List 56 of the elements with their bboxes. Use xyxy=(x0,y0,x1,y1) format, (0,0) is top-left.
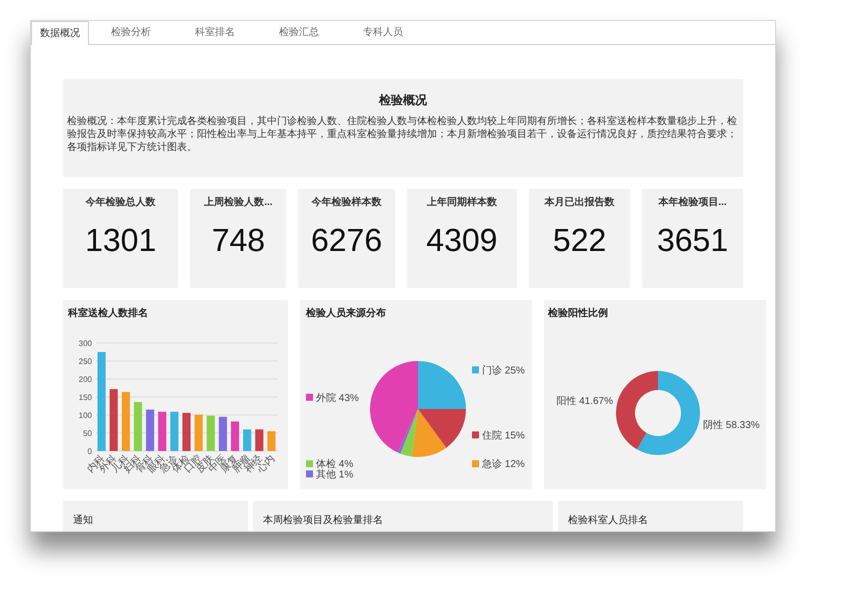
slice-label: 体检 4% xyxy=(316,459,354,470)
stat-value: 1301 xyxy=(85,224,156,256)
intro-text: 检验概况：本年度累计完成各类检验项目，其中门诊检验人数、住院检验人数与体检检验人数均较上年同期有所增长；各科室送检样本数量稳步上升，检验报告及时率保持较高水平；阳性检出率与上年基本持平，重点科室检验量持续增加；本月新增检验项目若干，设备运行情况良好，质控结果符合要求；各项指标详见下方统计图表。 xyxy=(67,115,738,154)
axis-tick-label: 50 xyxy=(83,429,92,438)
bar xyxy=(267,431,276,451)
stat-label: 今年检验总人数 xyxy=(86,196,156,210)
panel-title: 通知 xyxy=(73,515,93,526)
bar xyxy=(194,414,203,451)
legend-swatch xyxy=(472,431,479,438)
stat-label: 今年检验样本数 xyxy=(312,196,382,210)
bar xyxy=(206,416,215,451)
slice-label: 其他 1% xyxy=(316,469,354,480)
stat-label: 本月已出报告数 xyxy=(544,196,615,210)
bar xyxy=(230,421,240,451)
legend-swatch xyxy=(306,460,313,468)
segment-label: 阴性 58.33% xyxy=(703,420,760,431)
slice-label: 住院 15% xyxy=(482,430,525,442)
panel-title: 本周检验项目及检验量排名 xyxy=(263,515,383,526)
legend-swatch xyxy=(306,394,313,401)
chart-title: 检验人员来源分布 xyxy=(304,306,387,321)
bar xyxy=(122,392,130,451)
axis-tick-label: 200 xyxy=(78,375,92,384)
chart-title: 检验阳性比例 xyxy=(548,306,609,321)
slice-label: 急诊 12% xyxy=(482,459,525,470)
segment-label: 阳性 41.67% xyxy=(556,396,613,408)
legend-swatch xyxy=(472,366,479,374)
panel-title: 检验科室人员排名 xyxy=(568,515,648,526)
bar xyxy=(170,412,178,451)
bar xyxy=(158,412,166,451)
stat-label: 上周检验人数... xyxy=(204,196,273,210)
stat-value: 522 xyxy=(552,224,606,256)
axis-tick-label: 150 xyxy=(78,393,92,402)
bar xyxy=(218,416,227,451)
stat-value: 6276 xyxy=(310,224,382,256)
legend-swatch xyxy=(306,470,313,478)
tab[interactable]: 数据概况 xyxy=(31,21,89,45)
stat-value: 748 xyxy=(212,224,266,256)
slice-label: 门诊 25% xyxy=(482,365,525,376)
bar xyxy=(134,402,142,451)
axis-tick-label: 300 xyxy=(78,339,92,348)
bar xyxy=(146,410,154,451)
slice-label: 外院 43% xyxy=(316,392,359,404)
stat-value: 4309 xyxy=(426,224,498,256)
stat-label: 本年检验项目... xyxy=(658,196,727,210)
bar xyxy=(182,412,191,451)
legend-swatch xyxy=(472,460,479,468)
intro-title: 检验概况 xyxy=(378,92,428,109)
stat-label: 上年同期样本数 xyxy=(426,196,497,210)
chart-title: 科室送检人数排名 xyxy=(68,306,149,321)
axis-tick-label: 100 xyxy=(78,411,92,420)
bar xyxy=(255,429,264,451)
axis-tick-label: 0 xyxy=(88,447,92,456)
axis-tick-label: 250 xyxy=(78,357,92,366)
stat-value: 3651 xyxy=(656,224,728,256)
bar xyxy=(243,429,252,451)
bar xyxy=(110,389,118,451)
